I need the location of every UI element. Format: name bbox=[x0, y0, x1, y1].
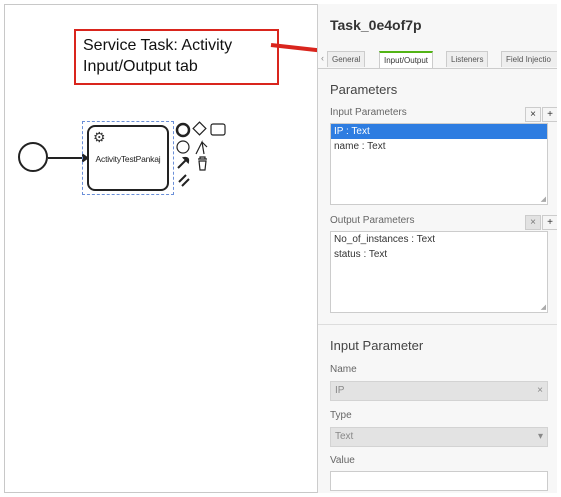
context-pad bbox=[175, 121, 226, 187]
name-label: Name bbox=[330, 364, 357, 375]
remove-input-parameter-button[interactable]: × bbox=[525, 107, 541, 122]
input-parameter-heading: Input Parameter bbox=[330, 338, 424, 353]
end-event-icon[interactable] bbox=[175, 122, 191, 138]
tab-bar: ‹ General Input/Output Listeners Field I… bbox=[318, 48, 557, 69]
annotation-callout: Service Task: Activity Input/Output tab bbox=[74, 29, 279, 85]
type-value: Text bbox=[335, 431, 354, 442]
type-label: Type bbox=[330, 410, 352, 421]
output-parameters-list[interactable]: No_of_instances : Text status : Text ◢ bbox=[330, 231, 548, 313]
tab-input-output[interactable]: Input/Output bbox=[379, 51, 434, 68]
name-field[interactable]: IP × bbox=[330, 381, 548, 401]
section-divider bbox=[318, 324, 557, 325]
tab-scroll-left-icon[interactable]: ‹ bbox=[318, 51, 327, 66]
input-parameters-label: Input Parameters bbox=[330, 107, 407, 118]
wrench-icon[interactable] bbox=[177, 156, 190, 169]
resize-handle-icon[interactable]: ◢ bbox=[541, 195, 546, 203]
type-select[interactable]: Text ▾ bbox=[330, 427, 548, 447]
value-label: Value bbox=[330, 455, 355, 466]
connect-icon[interactable] bbox=[195, 140, 208, 155]
name-value: IP bbox=[335, 385, 345, 396]
chevron-down-icon: ▾ bbox=[537, 431, 543, 442]
input-parameters-list[interactable]: IP : Text name : Text ◢ bbox=[330, 123, 548, 205]
parameters-heading: Parameters bbox=[330, 82, 398, 97]
gear-icon: ⚙ bbox=[93, 129, 106, 145]
tab-listeners[interactable]: Listeners bbox=[446, 51, 489, 67]
sequence-flow[interactable] bbox=[48, 157, 84, 159]
output-parameter-item[interactable]: status : Text bbox=[331, 247, 547, 262]
tab-general[interactable]: General bbox=[327, 51, 366, 67]
text-annotation-icon[interactable] bbox=[178, 174, 190, 187]
output-parameter-item[interactable]: No_of_instances : Text bbox=[331, 232, 547, 247]
resize-handle-icon[interactable]: ◢ bbox=[541, 303, 546, 311]
output-parameters-label: Output Parameters bbox=[330, 215, 415, 226]
remove-output-parameter-button[interactable]: × bbox=[525, 215, 541, 230]
tab-field-injection[interactable]: Field Injectio bbox=[501, 51, 557, 67]
intermediate-event-icon[interactable] bbox=[176, 140, 190, 154]
clear-icon[interactable]: × bbox=[537, 382, 543, 400]
panel-title: Task_0e4of7p bbox=[330, 17, 422, 33]
service-task[interactable]: ⚙ ActivityTestPankaj bbox=[87, 125, 169, 191]
trash-icon[interactable] bbox=[198, 156, 207, 171]
start-event[interactable] bbox=[18, 142, 48, 172]
annotation-line-2: Input/Output tab bbox=[83, 58, 198, 75]
value-field[interactable] bbox=[330, 471, 548, 491]
add-output-parameter-button[interactable]: + bbox=[542, 215, 557, 230]
task-icon[interactable] bbox=[210, 123, 226, 136]
gateway-icon[interactable] bbox=[192, 121, 207, 136]
input-parameter-item[interactable]: IP : Text bbox=[331, 124, 547, 139]
properties-panel: Task_0e4of7p ‹ General Input/Output List… bbox=[317, 4, 557, 493]
task-label: ActivityTestPankaj bbox=[95, 154, 161, 164]
annotation-line-1: Service Task: Activity bbox=[83, 37, 233, 54]
modeler-canvas[interactable]: ⚙ ActivityTestPankaj Service Task: Activ… bbox=[4, 4, 317, 493]
add-input-parameter-button[interactable]: + bbox=[542, 107, 557, 122]
input-parameter-item[interactable]: name : Text bbox=[331, 139, 547, 154]
